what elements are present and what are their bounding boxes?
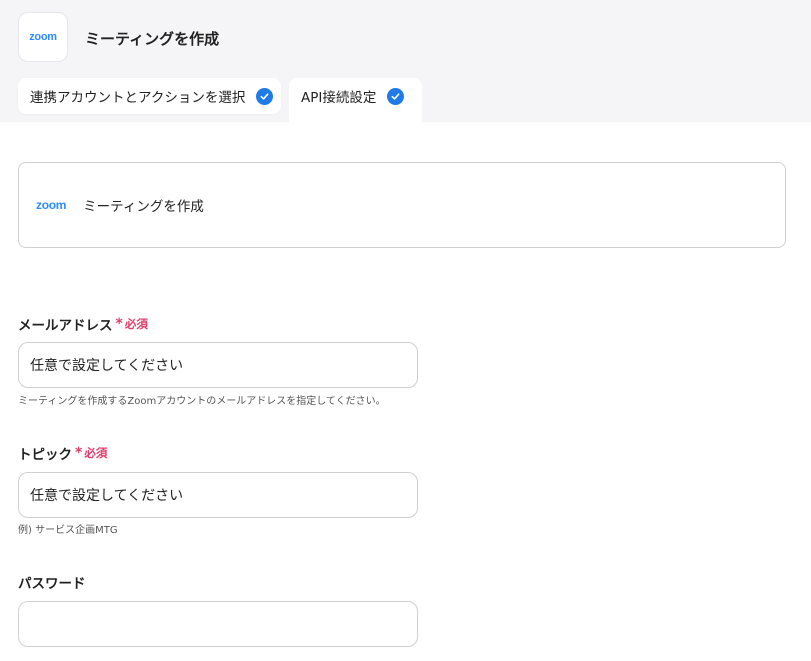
- required-star: *: [75, 445, 83, 461]
- tab-account-action[interactable]: 連携アカウントとアクションを選択: [18, 78, 281, 114]
- topic-field[interactable]: 任意で設定してください: [18, 472, 418, 518]
- email-field-placeholder: 任意で設定してください: [30, 358, 184, 374]
- password-field-label: パスワード: [18, 572, 86, 592]
- selected-action-card: zoom ミーティングを作成: [18, 162, 786, 248]
- header-bar: zoom ミーティングを作成 連携アカウントとアクションを選択 API接続設定: [0, 0, 811, 122]
- page-title: ミーティングを作成: [85, 30, 220, 48]
- email-label-text: メールアドレス: [18, 318, 113, 334]
- password-label-text: パスワード: [18, 576, 86, 592]
- topic-help-text: 例) サービス企画MTG: [18, 525, 118, 536]
- tab-api-settings[interactable]: API接続設定: [289, 78, 422, 122]
- password-field[interactable]: [18, 601, 418, 647]
- tab-label: API接続設定: [301, 90, 377, 106]
- action-label: ミーティングを作成: [83, 199, 204, 215]
- required-star: *: [115, 316, 123, 332]
- email-help-text: ミーティングを作成するZoomアカウントのメールアドレスを指定してください。: [18, 396, 386, 407]
- required-badge: 必須: [84, 446, 108, 460]
- check-circle-icon: [256, 87, 274, 105]
- check-circle-icon: [387, 87, 405, 105]
- zoom-logo: zoom: [36, 198, 67, 212]
- required-badge: 必須: [124, 317, 148, 331]
- topic-field-placeholder: 任意で設定してください: [30, 488, 184, 504]
- topic-label-text: トピック: [18, 447, 72, 463]
- tab-label: 連携アカウントとアクションを選択: [30, 90, 246, 106]
- zoom-logo: zoom: [29, 31, 57, 43]
- topic-field-label: トピック * 必須: [18, 443, 107, 463]
- email-field[interactable]: 任意で設定してください: [18, 342, 418, 388]
- zoom-app-icon: zoom: [18, 12, 68, 62]
- email-field-label: メールアドレス * 必須: [18, 314, 148, 334]
